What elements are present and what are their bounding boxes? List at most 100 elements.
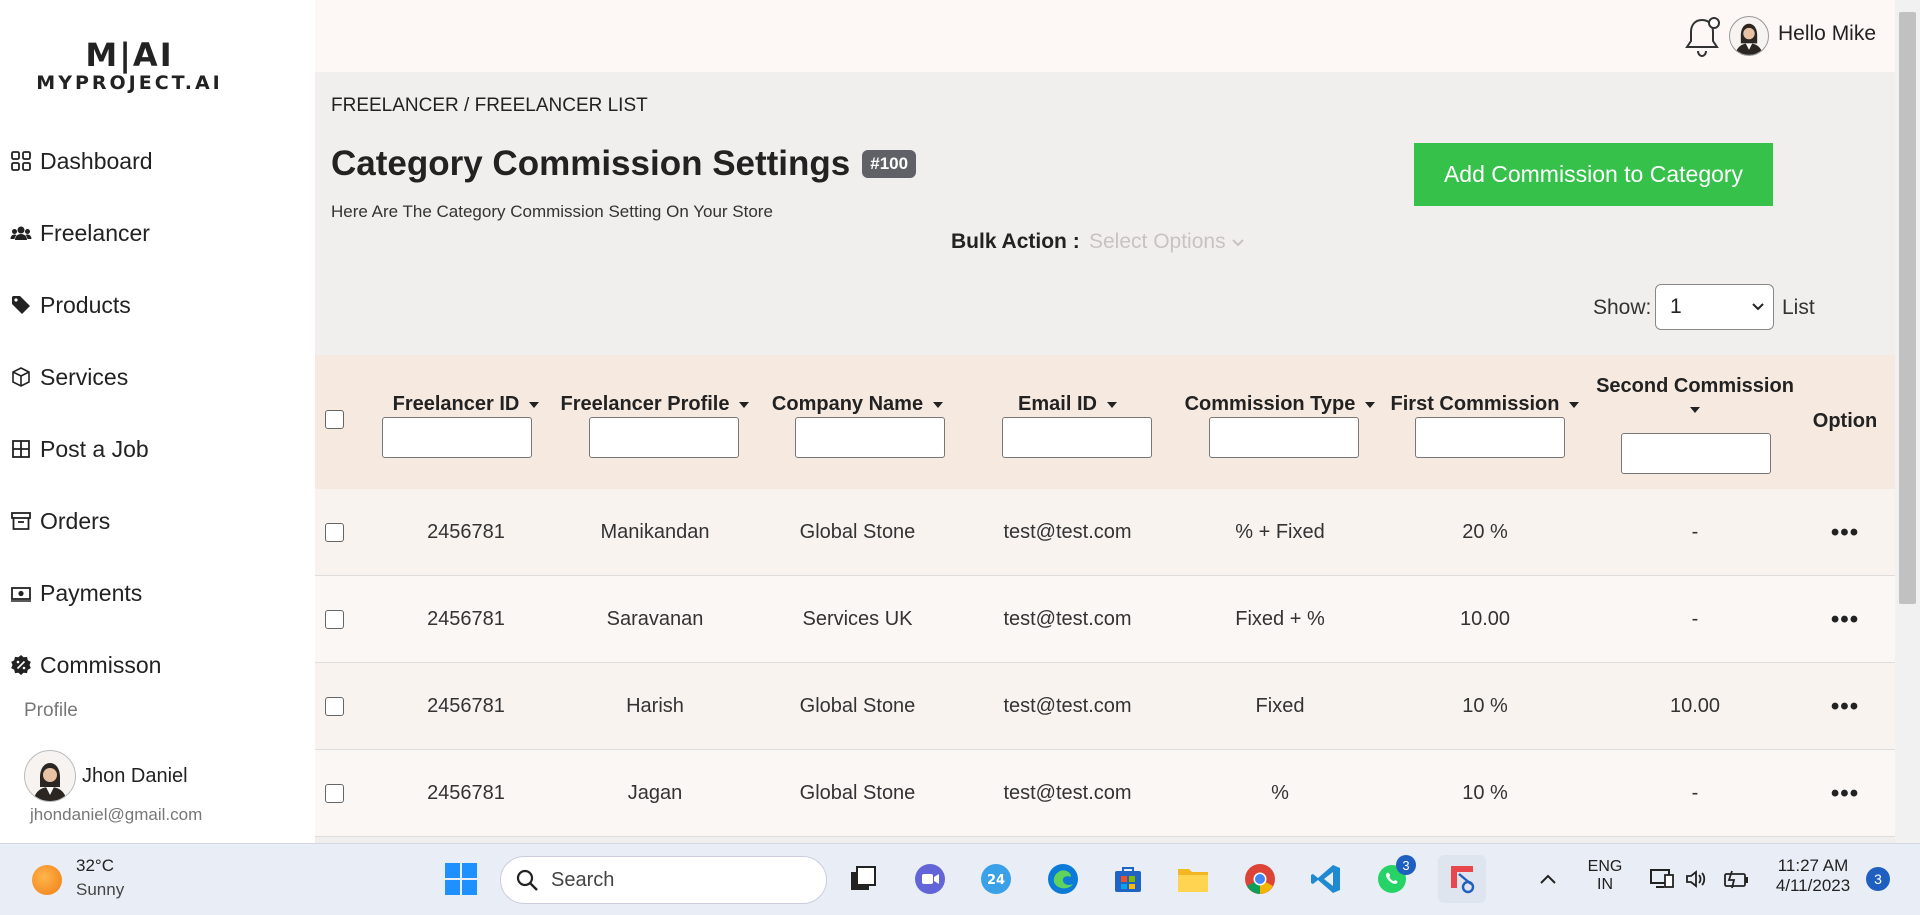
column-header-second-commission[interactable]: Second Commission [1595, 375, 1795, 421]
vscode-icon[interactable] [1306, 859, 1346, 899]
page-subtitle: Here Are The Category Commission Setting… [331, 202, 773, 221]
header-avatar[interactable] [1729, 16, 1769, 56]
row-options-icon[interactable]: ••• [1805, 663, 1885, 750]
chat-icon[interactable] [910, 859, 950, 899]
caret-down-icon [529, 401, 540, 408]
row-options-icon[interactable]: ••• [1805, 489, 1885, 576]
caret-down-icon [1365, 401, 1376, 408]
grid-plus-icon [12, 440, 30, 458]
top-bar: Hello Mike [315, 0, 1895, 72]
column-header-freelancer-profile[interactable]: Freelancer Profile [555, 393, 755, 416]
column-header-commission-type[interactable]: Commission Type [1175, 393, 1385, 416]
cell-commission-type: Fixed [1255, 695, 1305, 717]
search-icon [516, 869, 538, 891]
filter-first-commission[interactable] [1415, 417, 1565, 458]
filter-freelancer-id[interactable] [382, 417, 532, 458]
language-code: ENG [1587, 858, 1623, 875]
sidebar-item-post-a-job[interactable]: Post a Job [10, 413, 310, 485]
table-row[interactable]: 2456781 Manikandan Global Stone test@tes… [315, 489, 1895, 576]
bulk-action-select[interactable]: Select Options [1089, 230, 1245, 254]
battery-icon[interactable] [1716, 859, 1756, 899]
breadcrumb: FREELANCER / FREELANCER LIST [331, 95, 648, 116]
column-header-freelancer-id[interactable]: Freelancer ID [381, 393, 551, 416]
add-commission-button[interactable]: Add Commission to Category [1414, 143, 1773, 206]
volume-icon[interactable] [1676, 859, 1716, 899]
taskbar-search-input[interactable]: Search [500, 856, 827, 904]
file-explorer-icon[interactable] [1173, 859, 1213, 899]
sidebar-item-services[interactable]: Services [10, 341, 310, 413]
table-row[interactable]: 2456781 Saravanan Services UK test@test.… [315, 576, 1895, 663]
row-checkbox[interactable] [325, 784, 344, 803]
sidebar-item-freelancer[interactable]: Freelancer [10, 197, 310, 269]
windows-start-icon[interactable] [441, 859, 481, 899]
sidebar-item-dashboard[interactable]: Dashboard [10, 125, 310, 197]
column-header-option: Option [1812, 410, 1878, 432]
box-icon [12, 367, 30, 387]
sidebar-item-label: Freelancer [40, 219, 150, 246]
sidebar-item-products[interactable]: Products [10, 269, 310, 341]
bell-icon[interactable] [1680, 14, 1724, 60]
table-row[interactable]: 2456781 Harish Global Stone test@test.co… [315, 663, 1895, 750]
column-header-email-id[interactable]: Email ID [975, 393, 1160, 416]
weather-temperature[interactable]: 32°C [76, 856, 114, 876]
filter-freelancer-profile[interactable] [589, 417, 739, 458]
show-count-select[interactable]: 1 [1655, 284, 1774, 330]
scrollbar-thumb[interactable] [1899, 12, 1916, 604]
clock[interactable]: 11:27 AM 4/11/2023 [1766, 856, 1860, 896]
whatsapp-badge: 3 [1396, 855, 1416, 875]
count-badge: #100 [862, 150, 917, 178]
filter-commission-type[interactable] [1209, 417, 1359, 458]
filter-second-commission[interactable] [1621, 433, 1771, 474]
archive-icon [11, 512, 31, 530]
chrome-icon[interactable] [1240, 859, 1280, 899]
row-checkbox[interactable] [325, 610, 344, 629]
filter-email-id[interactable] [1002, 417, 1152, 458]
store-icon[interactable] [1108, 859, 1148, 899]
greeting-text: Hello Mike [1778, 22, 1877, 45]
sun-icon[interactable] [32, 865, 62, 895]
table-row[interactable]: 2456781 Jagan Global Stone test@test.com… [315, 750, 1895, 837]
cell-email: test@test.com [1003, 521, 1132, 543]
sidebar-item-orders[interactable]: Orders [10, 485, 310, 557]
caret-down-icon [1690, 406, 1700, 413]
column-header-company-name[interactable]: Company Name [765, 393, 950, 416]
table-header: Freelancer ID Freelancer Profile Company… [315, 355, 1895, 489]
row-options-icon[interactable]: ••• [1805, 750, 1885, 837]
cell-company-name: Global Stone [799, 695, 916, 717]
language-indicator[interactable]: ENG IN [1582, 858, 1628, 894]
profile-section-label: Profile [24, 700, 78, 721]
column-label: Second Commission [1596, 375, 1794, 397]
region-code: IN [1597, 876, 1613, 893]
column-header-first-commission[interactable]: First Commission [1385, 393, 1585, 416]
user-profile[interactable]: Jhon Daniel [24, 750, 188, 802]
cell-freelancer-id: 2456781 [427, 782, 505, 804]
filter-company-name[interactable] [795, 417, 945, 458]
notification-count-badge[interactable]: 3 [1866, 867, 1890, 891]
calendar-app-icon[interactable]: 24 [976, 859, 1016, 899]
column-label: Email ID [1018, 393, 1097, 415]
cell-freelancer-id: 2456781 [427, 695, 505, 717]
clock-time: 11:27 AM [1777, 856, 1849, 875]
column-label: Freelancer ID [392, 393, 520, 415]
sidebar-item-commisson[interactable]: Commisson [10, 629, 310, 701]
sidebar-item-payments[interactable]: Payments [10, 557, 310, 629]
logo[interactable]: M|AI MYPROJECT.AI [22, 38, 237, 94]
calendar-day: 24 [987, 873, 1005, 888]
chevron-up-icon[interactable] [1528, 859, 1568, 899]
weather-condition[interactable]: Sunny [76, 880, 124, 900]
row-options-icon[interactable]: ••• [1805, 576, 1885, 663]
select-all-checkbox[interactable] [325, 410, 344, 429]
cell-commission-type: % + Fixed [1235, 521, 1325, 543]
row-checkbox[interactable] [325, 697, 344, 716]
column-label: First Commission [1390, 393, 1560, 415]
task-view-icon[interactable] [843, 859, 883, 899]
logo-mark: M|AI [85, 36, 174, 74]
row-checkbox[interactable] [325, 523, 344, 542]
cell-email: test@test.com [1003, 782, 1132, 804]
cell-first-commission: 10 % [1462, 782, 1508, 804]
main-content: Hello Mike FREELANCER / FREELANCER LIST … [315, 0, 1895, 843]
edge-browser-icon[interactable] [1043, 859, 1083, 899]
logo-text: MYPROJECT.AI [36, 72, 223, 94]
snipping-tool-icon[interactable] [1438, 855, 1486, 903]
cell-company-name: Services UK [802, 608, 913, 630]
